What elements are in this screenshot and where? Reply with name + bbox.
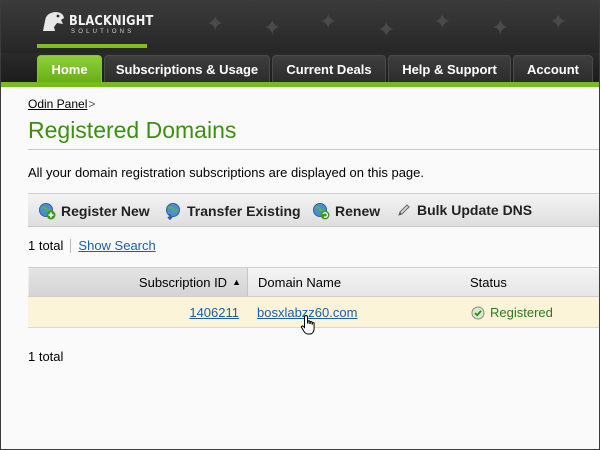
list-summary: 1 total Show Search [28, 238, 156, 253]
show-search-link[interactable]: Show Search [78, 238, 155, 253]
subscription-id-link[interactable]: 1406211 [189, 305, 239, 320]
total-count-top: 1 total [28, 238, 64, 253]
tab-subscriptions-usage[interactable]: Subscriptions & Usage [104, 55, 270, 82]
renew-label: Renew [335, 203, 381, 219]
summary-divider [70, 238, 72, 253]
sparkle-decoration: ✦ [206, 11, 225, 36]
page-title: Registered Domains [28, 117, 237, 143]
brand-tagline: SOLUTIONS [71, 29, 135, 35]
bulk-update-dns-label: Bulk Update DNS [417, 202, 533, 218]
brand-name: BLACKNIGHT [69, 14, 154, 29]
tab-current-deals[interactable]: Current Deals [272, 55, 386, 82]
column-subscription-id[interactable]: Subscription ID ▲ [29, 268, 248, 296]
column-domain-name[interactable]: Domain Name [258, 268, 341, 296]
breadcrumb-odin-panel-link[interactable]: Odin Panel [28, 97, 87, 111]
browser-frame: ✦ ✦ ✦ ✦ ✦ ✦ ✦ BLACKNIGHT SOLUTIONS Home … [0, 0, 600, 450]
hand-pointer-cursor-icon [300, 314, 315, 335]
globe-add-icon [39, 203, 56, 220]
sort-ascending-icon: ▲ [232, 277, 241, 287]
total-count-bottom: 1 total [28, 349, 64, 364]
tab-home[interactable]: Home [37, 55, 102, 82]
bulk-update-dns-button[interactable]: Bulk Update DNS [396, 202, 532, 218]
subscription-id-cell: 1406211 [28, 297, 239, 328]
sparkle-decoration: ✦ [319, 9, 338, 34]
page-description: All your domain registration subscriptio… [28, 165, 424, 180]
table-header: Subscription ID ▲ Domain Name Status [28, 267, 599, 297]
tab-help-support[interactable]: Help & Support [388, 55, 511, 82]
main-nav: Home Subscriptions & Usage Current Deals… [1, 53, 599, 87]
tab-account[interactable]: Account [513, 55, 593, 82]
action-toolbar: Register New Transfer Existing Renew Bul… [28, 193, 599, 227]
main-content: Odin Panel> Registered Domains All your … [1, 87, 599, 449]
knight-logo-icon [43, 12, 64, 31]
checkmark-circle-icon [471, 306, 485, 319]
renew-button[interactable]: Renew [312, 202, 380, 220]
column-subscription-id-label: Subscription ID [138, 274, 228, 290]
globe-transfer-icon [166, 203, 180, 220]
status-label: Registered [490, 305, 553, 320]
register-new-button[interactable]: Register New [38, 202, 150, 220]
sparkle-decoration: ✦ [377, 17, 396, 42]
globe-renew-icon [313, 203, 330, 220]
title-divider [28, 149, 599, 150]
pencil-icon [398, 204, 410, 216]
header-bar: ✦ ✦ ✦ ✦ ✦ ✦ ✦ BLACKNIGHT SOLUTIONS [1, 1, 599, 53]
sparkle-decoration: ✦ [433, 9, 452, 34]
register-new-label: Register New [61, 203, 150, 219]
sparkle-decoration: ✦ [263, 15, 282, 40]
breadcrumb-separator: > [88, 97, 96, 111]
brand-logo[interactable]: BLACKNIGHT SOLUTIONS [37, 7, 153, 39]
transfer-existing-label: Transfer Existing [187, 203, 301, 219]
column-status[interactable]: Status [470, 268, 507, 296]
breadcrumb: Odin Panel> [28, 97, 95, 111]
status-cell: Registered [471, 297, 553, 328]
sparkle-decoration: ✦ [549, 9, 568, 34]
sparkle-decoration: ✦ [491, 15, 510, 40]
transfer-existing-button[interactable]: Transfer Existing [164, 202, 301, 220]
brand-underline [37, 44, 147, 48]
